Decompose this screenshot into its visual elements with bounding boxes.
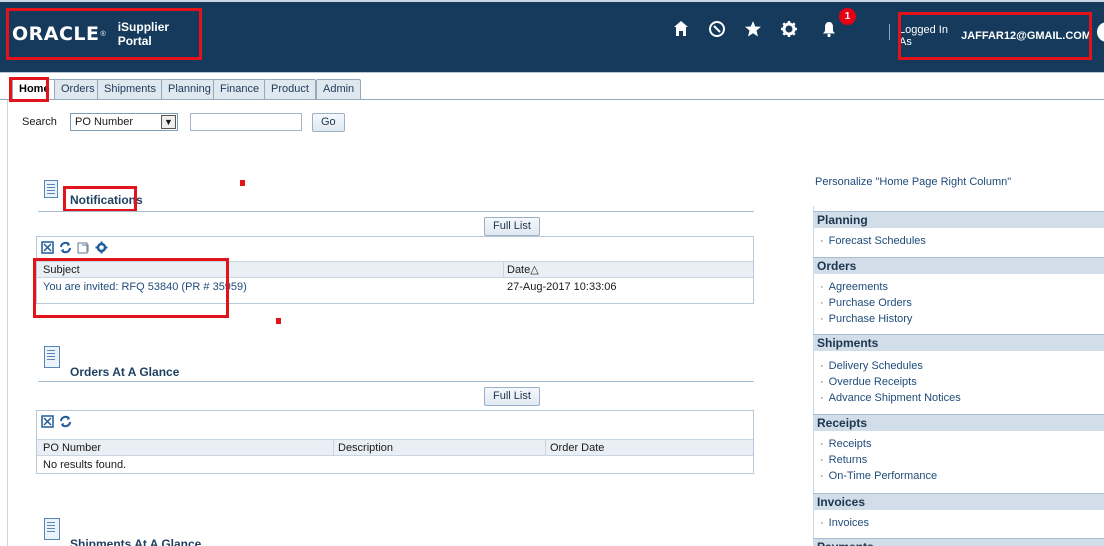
search-type-value: PO Number (75, 116, 134, 128)
logged-in-user[interactable]: Logged In As JAFFAR12@GMAIL.COM (899, 12, 1091, 60)
notification-count-badge[interactable]: 1 (839, 8, 856, 25)
shipments-section-icon (44, 518, 60, 540)
notification-date: 27-Aug-2017 10:33:06 (507, 281, 617, 293)
login-username: JAFFAR12@GMAIL.COM (961, 30, 1091, 42)
rc-link-agreements[interactable]: · Agreements (820, 282, 888, 293)
search-type-select[interactable]: PO Number ▼ (70, 113, 178, 131)
rc-link-purchase-history[interactable]: · Purchase History (820, 314, 912, 325)
rc-link-purchase-orders[interactable]: · Purchase Orders (820, 298, 912, 309)
settings-gear-icon[interactable] (778, 20, 800, 42)
detach-table-icon[interactable] (41, 415, 54, 428)
notifications-table-header: Subject Date△ (37, 261, 753, 278)
trademark-mark: ® (100, 30, 106, 38)
tab-underline (0, 99, 1104, 100)
notifications-bell-icon[interactable] (818, 20, 840, 42)
orders-rule (38, 381, 754, 382)
search-input[interactable] (190, 113, 302, 131)
rc-link-invoices[interactable]: · Invoices (820, 518, 869, 529)
favorites-star-icon[interactable] (742, 20, 764, 42)
rc-link-receipts[interactable]: · Receipts (820, 439, 871, 450)
column-description[interactable]: Description (333, 440, 543, 456)
tab-admin[interactable]: Admin (316, 79, 362, 99)
tab-home[interactable]: Home (12, 79, 57, 99)
rc-link-returns[interactable]: · Returns (820, 455, 867, 466)
rc-link-delivery-schedules[interactable]: · Delivery Schedules (820, 361, 923, 372)
header-top-strip (0, 0, 1104, 2)
rc-link-advance-shipment-notices[interactable]: · Advance Shipment Notices (820, 393, 961, 404)
table-settings-gear-icon[interactable] (95, 241, 108, 254)
column-date-label: Date (507, 264, 531, 276)
refresh-icon[interactable] (59, 415, 72, 428)
orders-full-list-button[interactable]: Full List (484, 387, 540, 406)
tab-finance[interactable]: Finance (213, 79, 267, 99)
column-order-date[interactable]: Order Date (545, 440, 753, 456)
orders-table: PO Number Description Order Date No resu… (36, 410, 754, 474)
orders-section-icon (44, 346, 60, 368)
home-icon[interactable] (670, 20, 692, 42)
oracle-logo: ORACLE (12, 23, 100, 45)
annotation-marker (240, 180, 245, 186)
rc-link-forecast-schedules[interactable]: · Forecast Schedules (820, 236, 926, 247)
chevron-down-icon[interactable]: ▼ (161, 115, 176, 129)
tab-orders[interactable]: Orders (54, 79, 102, 99)
tab-bar: Home Orders Shipments Planning Finance P… (0, 72, 1104, 100)
column-subject[interactable]: Subject (43, 262, 80, 278)
tab-shipments[interactable]: Shipments (97, 79, 163, 99)
tab-product[interactable]: Product (264, 79, 316, 99)
notifications-table: Subject Date△ You are invited: RFQ 53840… (36, 236, 754, 304)
app-header: ORACLE ® iSupplier Portal 1 Logged In As … (0, 0, 1104, 72)
notifications-section-icon (44, 180, 58, 198)
login-label: Logged In As (899, 24, 948, 48)
rc-section-payments: Payments (813, 538, 1104, 546)
notification-subject-link[interactable]: You are invited: RFQ 53840 (PR # 35959) (43, 279, 247, 295)
orders-table-header: PO Number Description Order Date (37, 439, 753, 456)
export-icon[interactable] (77, 241, 90, 254)
orders-title: Orders At A Glance (70, 365, 180, 379)
help-icon[interactable] (1097, 22, 1104, 42)
refresh-icon[interactable] (59, 241, 72, 254)
rc-section-planning: Planning (813, 211, 1104, 228)
sort-ascending-icon[interactable]: △ (530, 264, 538, 276)
header-divider (889, 24, 890, 40)
shipments-title: Shipments At A Glance (70, 537, 202, 546)
compass-icon[interactable] (706, 20, 728, 42)
orders-empty-message: No results found. (43, 459, 127, 471)
rc-section-receipts: Receipts (813, 414, 1104, 431)
notifications-full-list-button[interactable]: Full List (484, 217, 540, 236)
search-label: Search (22, 116, 57, 128)
personalize-right-column-link[interactable]: Personalize "Home Page Right Column" (815, 176, 1011, 188)
detach-table-icon[interactable] (41, 241, 54, 254)
go-button[interactable]: Go (312, 113, 345, 132)
portal-name: iSupplier Portal (117, 20, 170, 48)
rc-link-on-time-performance[interactable]: · On-Time Performance (820, 471, 937, 482)
notifications-title: Notifications (70, 193, 143, 207)
column-date[interactable]: Date△ (503, 262, 743, 278)
rc-section-invoices: Invoices (813, 493, 1104, 510)
content-left-border (7, 100, 8, 546)
tab-planning[interactable]: Planning (161, 79, 218, 99)
annotation-marker (276, 318, 281, 324)
rc-link-overdue-receipts[interactable]: · Overdue Receipts (820, 377, 917, 388)
column-po-number[interactable]: PO Number (43, 440, 101, 456)
notifications-rule (38, 211, 754, 212)
rc-section-shipments: Shipments (813, 334, 1104, 351)
brand-logo[interactable]: ORACLE ® iSupplier Portal (6, 8, 202, 60)
rc-section-orders: Orders (813, 257, 1104, 274)
